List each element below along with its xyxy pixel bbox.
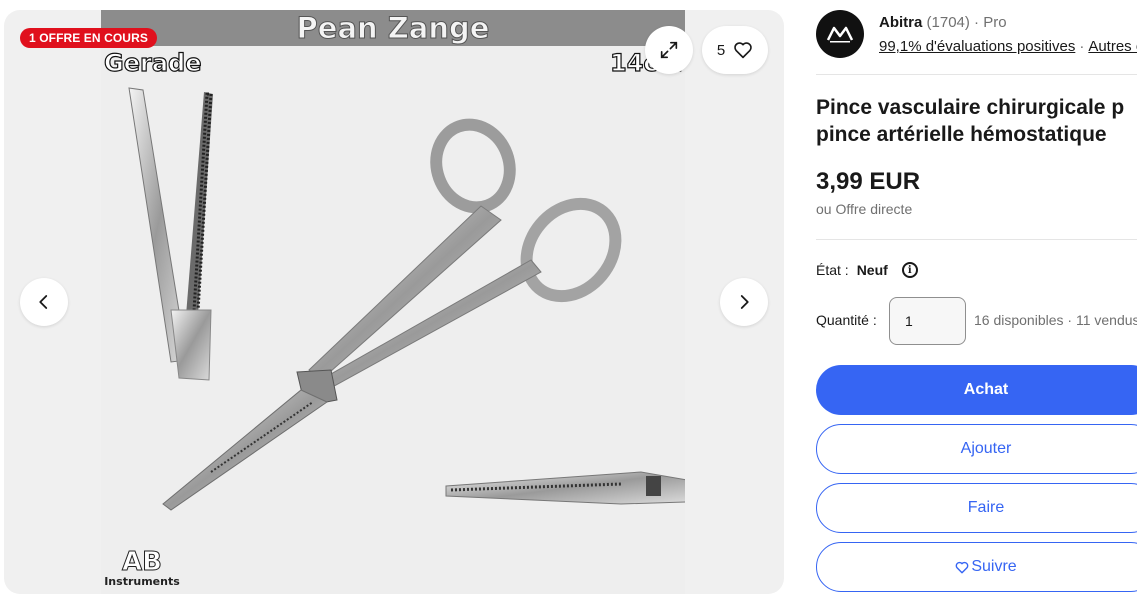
quantity-input[interactable] bbox=[889, 297, 966, 345]
make-offer-button[interactable]: Faire bbox=[816, 483, 1137, 533]
chevron-left-icon bbox=[39, 295, 48, 309]
seller-name[interactable]: Abitra bbox=[879, 14, 922, 31]
expand-icon bbox=[660, 41, 678, 59]
watch-count: 5 bbox=[716, 41, 726, 59]
active-offers-badge: 1 OFFRE EN COURS bbox=[20, 28, 157, 48]
add-to-cart-label: Ajouter bbox=[960, 440, 1012, 457]
product-photo[interactable]: Pean Zange Gerade 14cm AB Instruments bbox=[101, 10, 685, 594]
seller-logo-icon bbox=[826, 26, 854, 43]
availability-text: 16 disponibles · 11 vendus bbox=[974, 312, 1137, 328]
link-separator: · bbox=[1079, 38, 1085, 55]
available-count: 16 disponibles bbox=[974, 312, 1064, 328]
brand-watermark-small: Instruments bbox=[104, 575, 180, 588]
other-items-link[interactable]: Autres o bbox=[1088, 38, 1137, 55]
photo-banner-text: Pean Zange bbox=[296, 11, 490, 46]
availability-separator: · bbox=[1067, 312, 1073, 328]
divider bbox=[816, 239, 1137, 240]
seller-name-line: Abitra (1704) · Pro bbox=[879, 14, 1007, 31]
positive-feedback-link[interactable]: 99,1% d'évaluations positives bbox=[879, 38, 1075, 55]
heart-icon bbox=[734, 42, 752, 59]
seller-type: Pro bbox=[983, 14, 1007, 31]
listing-panel: Abitra (1704) · Pro 99,1% d'évaluations … bbox=[816, 0, 1137, 604]
seller-separator: · bbox=[974, 14, 980, 31]
expand-image-button[interactable] bbox=[645, 26, 693, 74]
best-offer-note: ou Offre directe bbox=[816, 201, 913, 217]
seller-info: Abitra (1704) · Pro 99,1% d'évaluations … bbox=[816, 10, 1137, 58]
info-icon[interactable]: i bbox=[901, 262, 918, 278]
seller-avatar[interactable] bbox=[816, 10, 864, 58]
next-image-button[interactable] bbox=[720, 278, 768, 326]
add-to-cart-button[interactable]: Ajouter bbox=[816, 424, 1137, 474]
condition-row: État : Neuf i bbox=[816, 261, 918, 279]
watch-item-label: Suivre bbox=[971, 558, 1017, 575]
photo-banner: Pean Zange bbox=[101, 10, 685, 46]
listing-title: Pince vasculaire chirurgicale p pince ar… bbox=[816, 94, 1137, 148]
seller-feedback-count: (1704) bbox=[926, 14, 970, 31]
title-line-2: pince artérielle hémostatique bbox=[816, 123, 1107, 146]
watch-item-button[interactable]: Suivre bbox=[816, 542, 1137, 592]
chevron-right-icon bbox=[740, 295, 749, 309]
brand-watermark-big: AB bbox=[122, 547, 163, 577]
title-line-1: Pince vasculaire chirurgicale p bbox=[816, 96, 1125, 119]
price: 3,99 EUR bbox=[816, 168, 921, 195]
buy-now-label: Achat bbox=[963, 381, 1009, 398]
condition-label: État : bbox=[816, 262, 849, 278]
photo-label-straight: Gerade bbox=[103, 48, 202, 77]
divider bbox=[816, 74, 1137, 75]
sold-count: 11 vendus bbox=[1075, 312, 1137, 328]
heart-icon bbox=[955, 561, 969, 573]
forceps-illustration bbox=[128, 87, 685, 511]
image-gallery: Pean Zange Gerade 14cm AB Instruments 1 … bbox=[4, 10, 784, 594]
previous-image-button[interactable] bbox=[20, 278, 68, 326]
seller-links: 99,1% d'évaluations positives·Autres o bbox=[879, 38, 1137, 55]
condition-value: Neuf bbox=[856, 262, 888, 278]
brand-watermark: AB Instruments bbox=[101, 548, 183, 588]
watchlist-button[interactable]: 5 bbox=[702, 26, 768, 74]
make-offer-label: Faire bbox=[967, 499, 1005, 516]
quantity-label: Quantité : bbox=[816, 312, 877, 328]
buy-now-button[interactable]: Achat bbox=[816, 365, 1137, 415]
